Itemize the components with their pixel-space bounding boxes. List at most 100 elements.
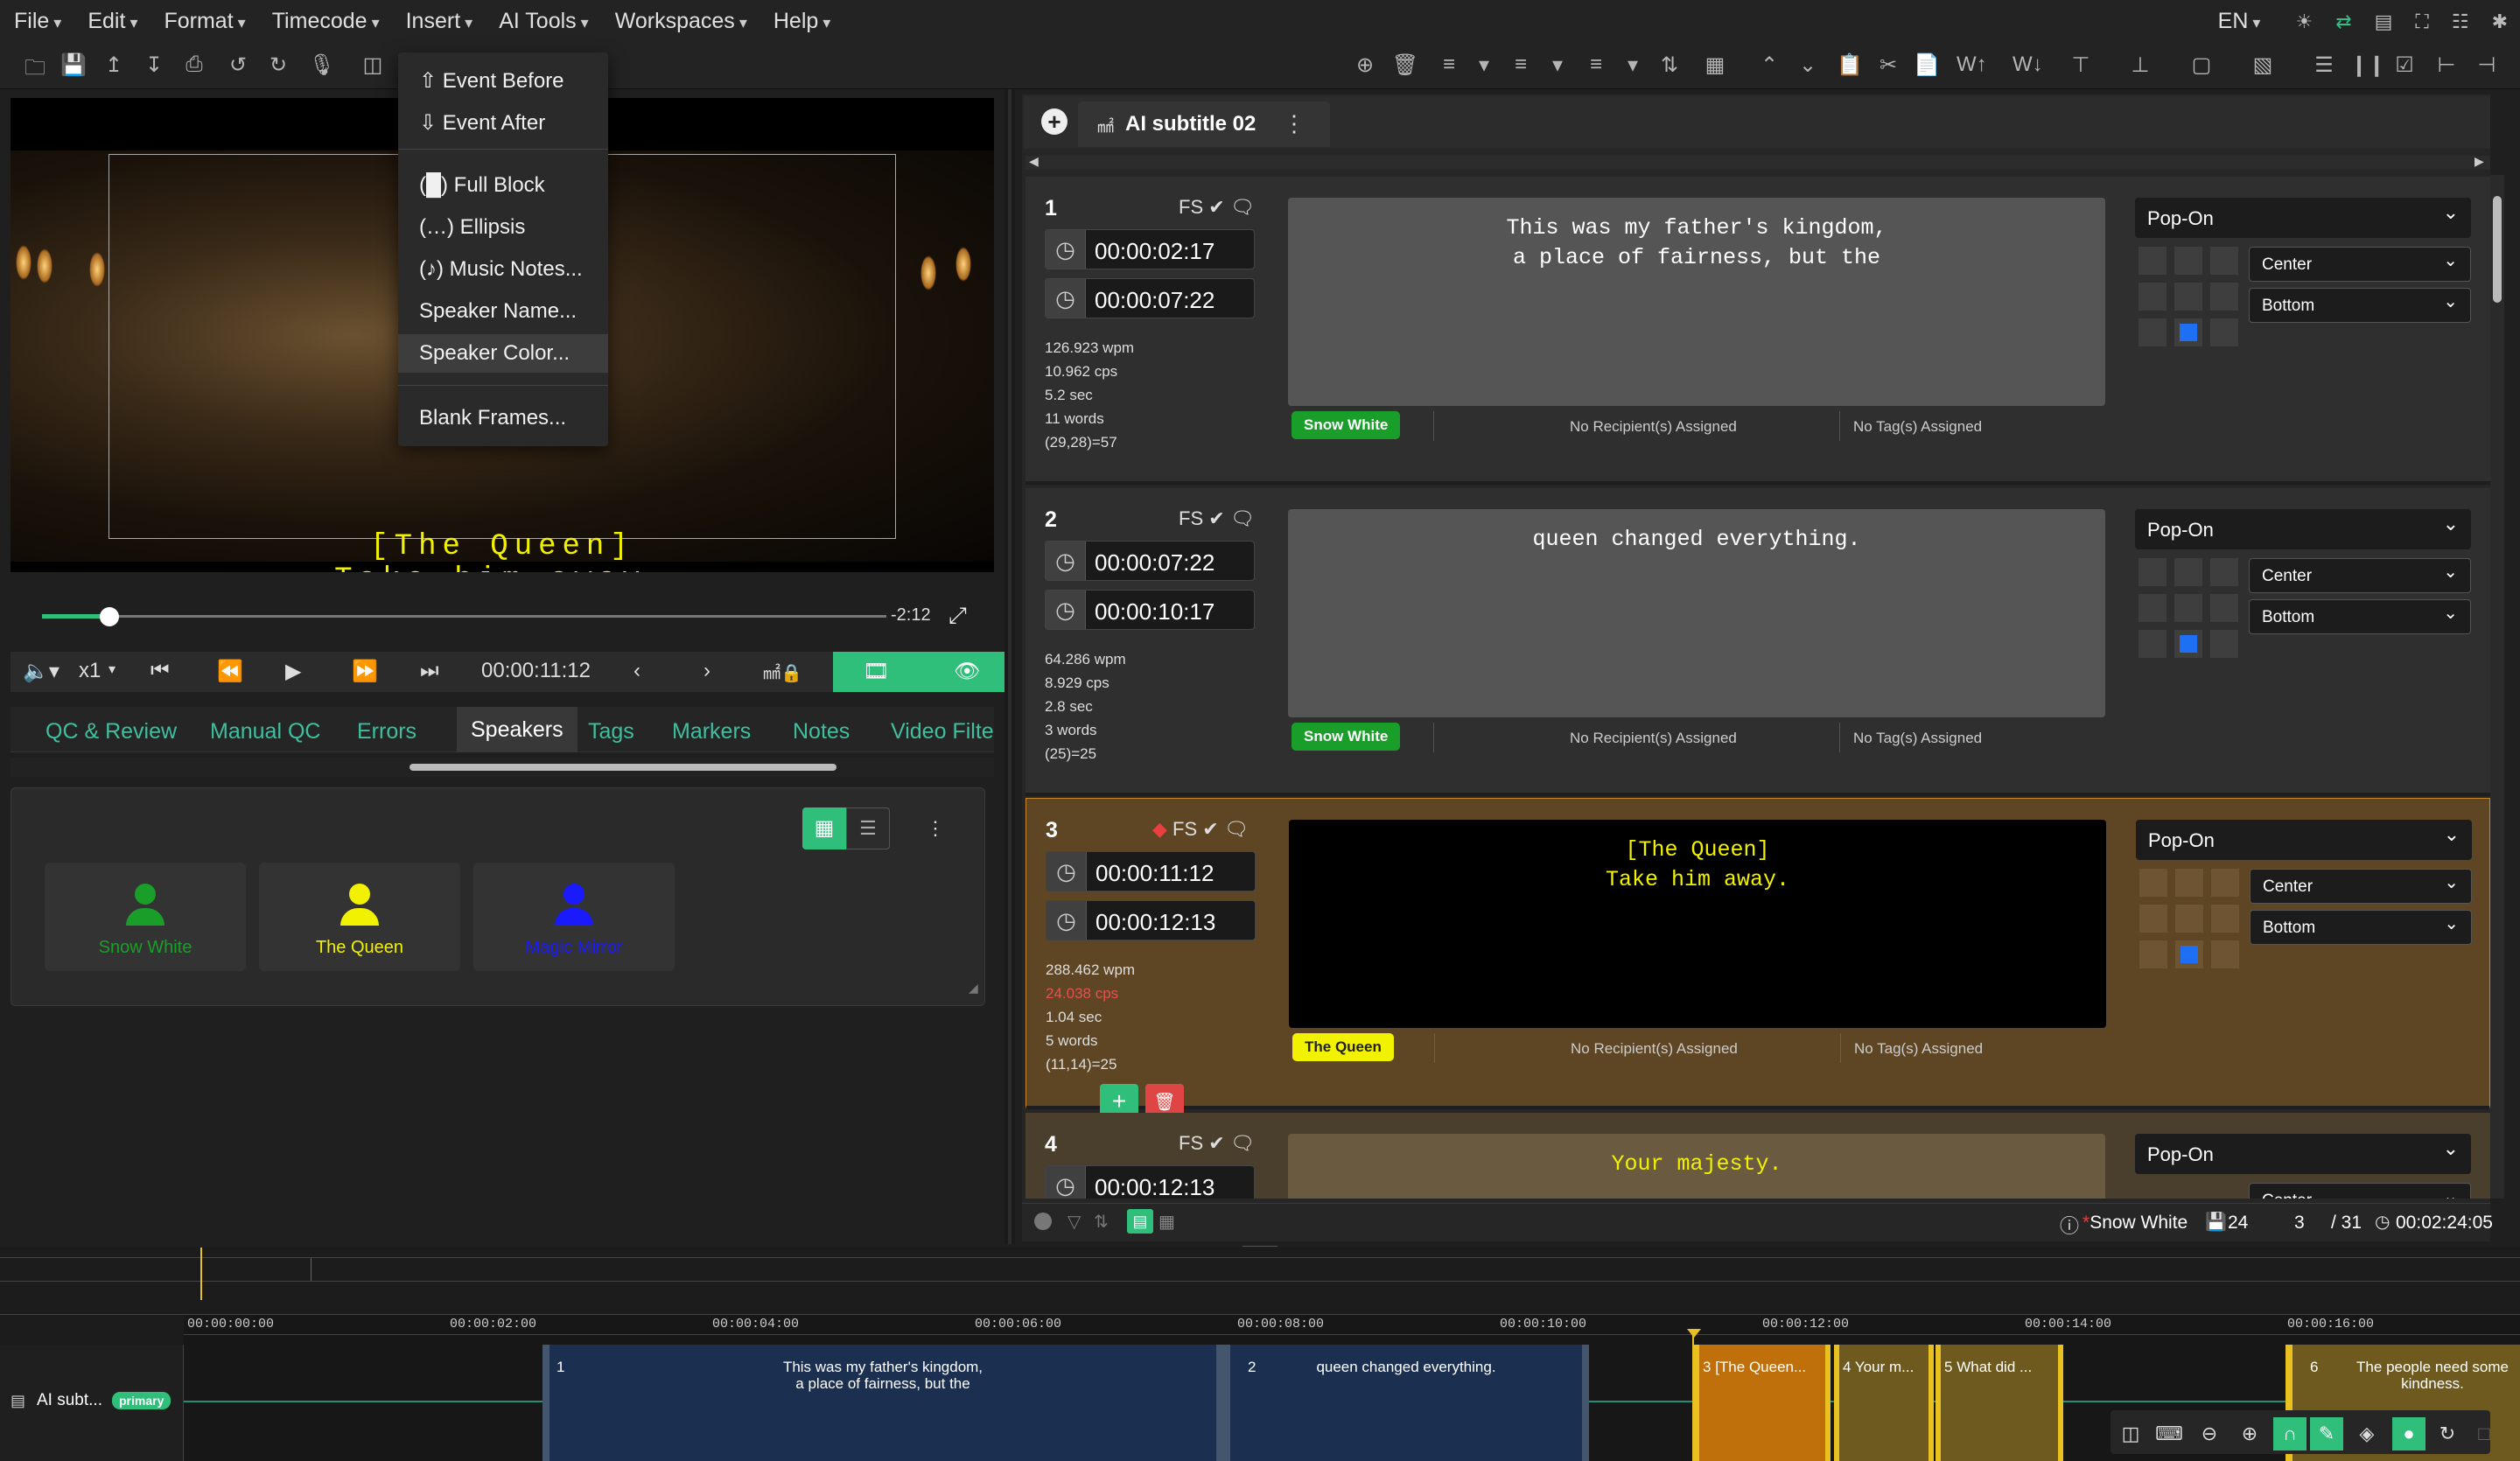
overview-window[interactable] — [0, 1258, 312, 1281]
undo-icon[interactable]: ↺ — [224, 52, 252, 78]
magnet-icon[interactable]: ∩ — [2273, 1417, 2306, 1451]
position-grid[interactable] — [2138, 558, 2238, 658]
shift-up-icon[interactable]: ⊤ — [2067, 52, 2095, 78]
tab-manual-qc[interactable]: Manual QC — [210, 719, 320, 744]
play-icon[interactable]: ▶ — [285, 659, 301, 684]
more-options-icon[interactable]: ⋮ — [918, 809, 953, 848]
menu-format[interactable]: Format — [150, 9, 257, 34]
align-right-icon[interactable]: ≡ — [1582, 52, 1610, 77]
word-up-icon[interactable]: W↑ — [1956, 52, 1987, 77]
speed-dropdown-icon[interactable]: ▾ — [108, 661, 116, 678]
tags-label[interactable]: No Tag(s) Assigned — [1853, 730, 1982, 747]
sync-icon[interactable]: ⇄ — [2335, 12, 2351, 31]
zoom-out-icon[interactable]: ⊖ — [2193, 1417, 2226, 1451]
position-grid[interactable] — [2138, 247, 2238, 346]
horizontal-scroll[interactable]: ◀ ▶ — [1026, 154, 2490, 170]
horizontal-align-select[interactable]: Center — [2249, 247, 2471, 282]
crop-icon[interactable]: □ — [2468, 1417, 2501, 1451]
next-frame-icon[interactable]: › — [704, 659, 710, 683]
scroll-right-icon[interactable]: ▶ — [2474, 154, 2484, 169]
table-icon[interactable]: ▦ — [1701, 52, 1729, 78]
pencil-icon[interactable]: ✎ — [2310, 1417, 2343, 1451]
tab-speakers[interactable]: Speakers — [457, 707, 578, 752]
add-track-icon[interactable]: + — [1041, 108, 1068, 135]
timeline-playhead[interactable] — [1692, 1332, 1694, 1461]
subtitle-text-editor[interactable]: queen changed everything. — [1288, 509, 2105, 717]
start-timecode[interactable]: ◷ 00:00:12:13 — [1045, 1165, 1255, 1199]
merge-icon[interactable]: ▢ — [2188, 52, 2216, 78]
menu-timecode[interactable]: Timecode — [258, 9, 392, 34]
shift-down-icon[interactable]: ⊥ — [2126, 52, 2154, 78]
word-down-icon[interactable]: W↓ — [2012, 52, 2043, 77]
subtitle-track-tab[interactable]: ㎟ AI subtitle 02 ⋮ — [1078, 101, 1330, 147]
prev-frame-icon[interactable]: ‹ — [634, 659, 640, 683]
resize-handle-icon[interactable]: ◢ — [969, 981, 978, 996]
print-icon[interactable]: ⎙ — [180, 52, 208, 77]
end-timecode[interactable]: ◷ 00:00:10:17 — [1045, 590, 1255, 630]
save-icon[interactable]: 💾 — [60, 52, 88, 78]
align-right-dropdown-icon[interactable]: ▾ — [1619, 52, 1647, 78]
align-out-icon[interactable]: ⊣ — [2473, 52, 2501, 78]
download-icon[interactable]: ↧ — [140, 52, 168, 78]
scissors-icon[interactable]: ✂ — [1874, 52, 1902, 78]
tab-qc-review[interactable]: QC & Review — [46, 719, 177, 744]
speaker-tag[interactable]: The Queen — [1292, 1033, 1394, 1061]
video-scrubber[interactable]: -2:12 ⤢ — [10, 595, 994, 639]
menu-item-speaker-color[interactable]: Speaker Color... — [398, 334, 608, 373]
chevron-up-icon[interactable]: ⌃ — [1755, 52, 1783, 78]
align-center-dropdown-icon[interactable]: ▾ — [1544, 52, 1572, 78]
align-left-dropdown-icon[interactable]: ▾ — [1470, 52, 1498, 78]
refresh-icon[interactable]: ↻ — [2431, 1417, 2464, 1451]
speaker-tag[interactable]: Snow White — [1292, 723, 1401, 751]
start-timecode[interactable]: ◷ 00:00:02:17 — [1045, 229, 1255, 269]
vertical-align-select[interactable]: Bottom — [2250, 910, 2472, 945]
paste-icon[interactable]: 📄 — [1913, 52, 1941, 78]
tab-errors[interactable]: Errors — [357, 719, 416, 744]
expand-icon[interactable]: ⤢ — [948, 604, 967, 626]
step-forward-icon[interactable]: ⏩ — [352, 659, 378, 684]
grid-view-icon[interactable]: ▦ — [802, 807, 846, 849]
subtitle-text-editor[interactable]: This was my father's kingdom, a place of… — [1288, 198, 2105, 406]
track-menu-icon[interactable]: ⋮ — [1283, 110, 1306, 137]
skip-start-icon[interactable]: ⏮ — [150, 659, 170, 683]
align-left-icon[interactable]: ≡ — [1435, 52, 1463, 77]
horizontal-align-select[interactable]: Center — [2249, 558, 2471, 593]
caption-mode-select[interactable]: Pop-On — [2135, 509, 2471, 549]
vertical-align-select[interactable]: Bottom — [2249, 288, 2471, 323]
tab-markers[interactable]: Markers — [672, 719, 751, 744]
eye-icon[interactable]: 👁 — [954, 659, 980, 684]
filter-icon[interactable]: ▽ — [1068, 1211, 1081, 1233]
info-icon[interactable]: ⓘ — [2060, 1211, 2079, 1239]
menu-help[interactable]: Help — [760, 9, 843, 34]
timeline-block-1[interactable]: 1 This was my father's kingdom, a place … — [542, 1345, 1223, 1461]
record-icon[interactable] — [1034, 1213, 1052, 1230]
fullscreen-icon[interactable]: ⛶ — [2415, 12, 2428, 31]
zoom-in-icon[interactable]: ⊕ — [2233, 1417, 2266, 1451]
translate-icon[interactable]: ◫ — [359, 52, 387, 78]
volume-icon[interactable]: 🔈▾ — [23, 659, 60, 684]
split-icon[interactable]: ▧ — [2249, 52, 2277, 78]
track-header[interactable]: ▤ AI subt... primary — [0, 1345, 184, 1461]
tabs-scrollbar[interactable] — [10, 758, 994, 777]
redo-icon[interactable]: ↻ — [264, 52, 292, 78]
menu-item-ellipsis[interactable]: (…) Ellipsis — [398, 208, 608, 247]
menu-item-event-before[interactable]: ⇧ Event Before — [398, 61, 608, 100]
clipboard-icon[interactable]: 📋 — [1836, 52, 1864, 78]
menu-file[interactable]: File — [0, 9, 74, 34]
timeline-overview[interactable] — [0, 1248, 2520, 1300]
vertical-scrollbar[interactable] — [2490, 175, 2504, 1199]
menu-item-event-after[interactable]: ⇩ Event After — [398, 103, 608, 142]
help-circle-icon[interactable]: ✱ — [2492, 12, 2508, 31]
start-timecode[interactable]: ◷ 00:00:11:12 — [1046, 851, 1256, 891]
tab-video-filters[interactable]: Video Filte — [891, 719, 994, 744]
speaker-tag[interactable]: Snow White — [1292, 411, 1401, 439]
menu-edit[interactable]: Edit — [74, 9, 150, 34]
subtitle-event-3[interactable]: 3 ◆ FS ✔ 🗨 ◷ 00:00:11:12 ◷ 00:00:12:13 288… — [1026, 798, 2490, 1121]
speaker-card-magic-mirror[interactable]: Magic Mirror — [473, 863, 675, 971]
open-folder-icon[interactable]: 🗀 — [21, 52, 49, 88]
menu-item-speaker-name[interactable]: Speaker Name... — [398, 292, 608, 331]
error-diamond-icon[interactable]: ◆ — [1152, 818, 1167, 840]
microphone-icon[interactable]: 🎙 — [308, 52, 336, 78]
map-pin-icon[interactable]: ● — [2392, 1417, 2426, 1451]
tabs-scroll-thumb[interactable] — [410, 764, 836, 771]
